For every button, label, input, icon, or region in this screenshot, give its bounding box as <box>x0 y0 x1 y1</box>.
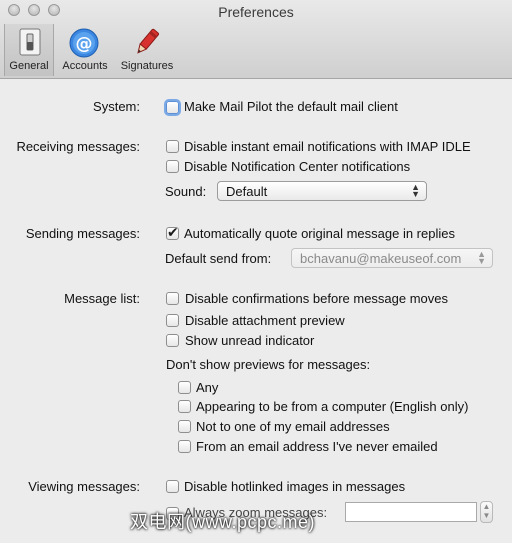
tab-accounts-label: Accounts <box>62 60 108 72</box>
switch-icon <box>18 28 42 59</box>
preview-not-mine-checkbox[interactable] <box>178 420 191 433</box>
sending-label: Sending messages: <box>25 226 140 241</box>
zoom-input[interactable] <box>345 502 477 522</box>
preview-never-emailed-checkbox[interactable] <box>178 440 191 453</box>
default-client-checkbox[interactable] <box>166 101 179 114</box>
preview-any-checkbox[interactable] <box>178 381 191 394</box>
tab-general-label: General <box>9 60 49 72</box>
preview-computer-label: Appearing to be from a computer (English… <box>196 399 469 414</box>
preview-any-label: Any <box>196 380 219 395</box>
send-from-value: bchavanu@makeuseof.com <box>300 251 462 266</box>
sound-value: Default <box>226 184 268 199</box>
attachment-preview-label: Disable attachment preview <box>185 313 345 328</box>
sound-popup[interactable]: Default ▲ ▼ <box>217 181 427 201</box>
pen-icon <box>132 27 162 60</box>
preview-never-emailed-label: From an email address I've never emailed <box>196 439 438 454</box>
notification-center-label: Disable Notification Center notification… <box>184 159 411 174</box>
watermark-text: 双电网(www.pcpc.me) <box>130 512 316 532</box>
receiving-label: Receiving messages: <box>16 139 140 154</box>
zoom-stepper[interactable]: ▲ ▼ <box>480 501 493 523</box>
quote-checkbox[interactable] <box>166 224 179 241</box>
notification-center-checkbox[interactable] <box>166 160 179 173</box>
unread-indicator-checkbox[interactable] <box>166 334 179 347</box>
tab-general[interactable]: General <box>4 24 54 76</box>
previews-heading: Don't show previews for messages: <box>166 357 371 372</box>
send-from-popup[interactable]: bchavanu@makeuseof.com ▲ ▼ <box>291 248 493 268</box>
svg-text:@: @ <box>76 34 93 54</box>
tab-signatures[interactable]: Signatures <box>116 24 178 76</box>
system-label: System: <box>93 99 140 114</box>
at-icon: @ <box>69 28 99 61</box>
imap-idle-checkbox[interactable] <box>166 140 179 153</box>
hotlinked-images-checkbox[interactable] <box>166 480 179 493</box>
chevron-updown-icon: ▲ ▼ <box>477 249 486 266</box>
tab-signatures-label: Signatures <box>120 60 174 72</box>
unread-indicator-label: Show unread indicator <box>185 333 315 348</box>
tab-accounts[interactable]: @ Accounts <box>56 24 114 76</box>
chevron-updown-icon: ▲ ▼ <box>411 182 420 199</box>
imap-idle-label: Disable instant email notifications with… <box>184 139 471 154</box>
hotlinked-images-label: Disable hotlinked images in messages <box>184 479 406 494</box>
quote-label: Automatically quote original message in … <box>184 226 455 241</box>
confirm-moves-checkbox[interactable] <box>166 292 179 305</box>
viewing-label: Viewing messages: <box>28 479 140 494</box>
preferences-window: Preferences General @ Accounts Signature… <box>0 0 512 543</box>
attachment-preview-checkbox[interactable] <box>166 314 179 327</box>
message-list-label: Message list: <box>64 291 140 306</box>
confirm-moves-label: Disable confirmations before message mov… <box>185 291 449 306</box>
title-bar: Preferences General @ Accounts Signature… <box>0 0 512 79</box>
preview-computer-checkbox[interactable] <box>178 400 191 413</box>
preview-not-mine-label: Not to one of my email addresses <box>196 419 390 434</box>
send-from-label: Default send from: <box>165 251 272 266</box>
default-client-label: Make Mail Pilot the default mail client <box>184 99 398 114</box>
window-title: Preferences <box>218 4 294 20</box>
sound-label: Sound: <box>165 184 207 199</box>
